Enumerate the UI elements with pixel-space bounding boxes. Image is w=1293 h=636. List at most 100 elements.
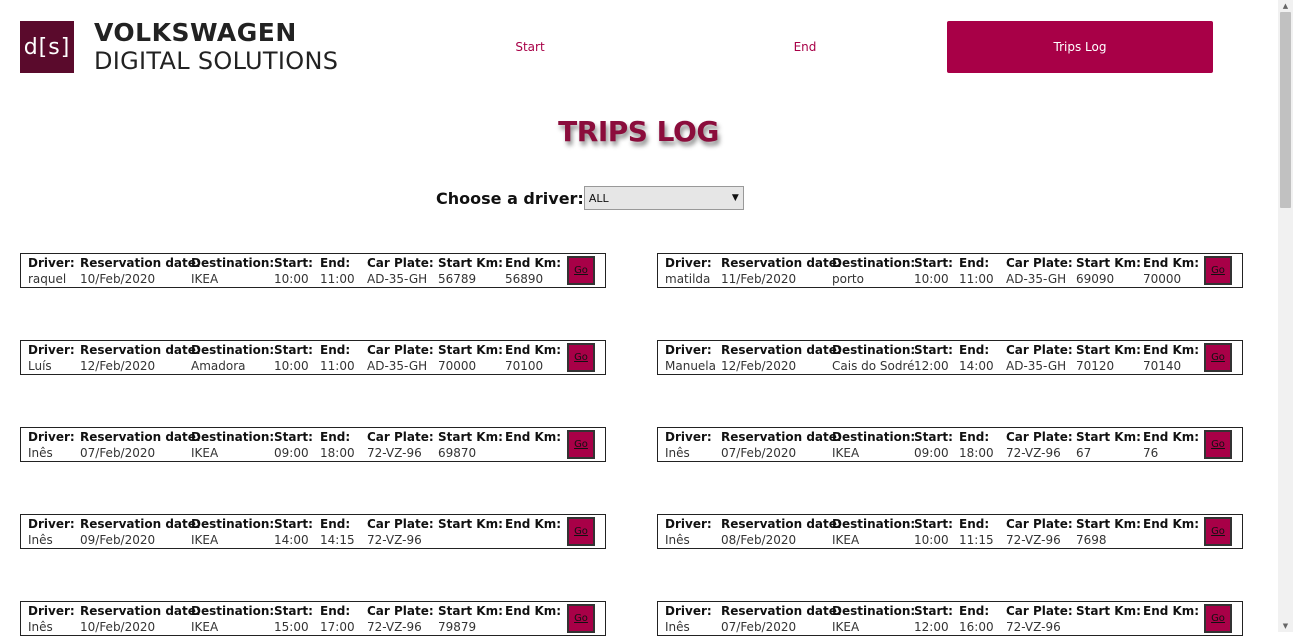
trip-field-reservation-date: Reservation date: 12/Feb/2020 bbox=[80, 342, 201, 375]
trip-field-label: End Km: bbox=[1143, 517, 1200, 531]
trip-field-value: Amadora bbox=[191, 359, 246, 373]
trip-field-label: Start Km: bbox=[438, 343, 503, 357]
trip-field-label: Start: bbox=[914, 430, 953, 444]
trip-field-end-km: End Km: 76 bbox=[1143, 429, 1199, 462]
trip-field-value: 18:00 bbox=[959, 446, 994, 460]
trip-field-value: 10/Feb/2020 bbox=[80, 272, 156, 286]
trip-field-label: Car Plate: bbox=[367, 604, 434, 618]
go-button[interactable]: Go bbox=[1204, 343, 1232, 372]
trip-field-label: Start Km: bbox=[1076, 256, 1141, 270]
trip-field-value: 10:00 bbox=[914, 533, 949, 547]
trip-field-value: 76 bbox=[1143, 446, 1159, 460]
trip-field-start-km: Start Km: 70000 bbox=[438, 342, 503, 375]
trip-field-destination: Destination: IKEA bbox=[832, 429, 915, 462]
go-button[interactable]: Go bbox=[1204, 256, 1232, 285]
go-button[interactable]: Go bbox=[1204, 430, 1232, 459]
trip-field-label: Driver: bbox=[28, 256, 75, 270]
chevron-down-icon: ▼ bbox=[731, 193, 739, 203]
trip-field-label: Car Plate: bbox=[367, 343, 434, 357]
trip-field-label: Car Plate: bbox=[1006, 343, 1073, 357]
trip-card: Driver: Inês Reservation date: 07/Feb/2020 D… bbox=[657, 601, 1243, 636]
trip-field-label: Destination: bbox=[191, 256, 275, 270]
trip-field-label: End Km: bbox=[505, 517, 562, 531]
trip-field-value: Inês bbox=[665, 533, 690, 547]
trip-field-label: Reservation date: bbox=[721, 430, 842, 444]
trip-field-start-time: Start: 10:00 bbox=[914, 255, 953, 288]
go-button[interactable]: Go bbox=[1204, 517, 1232, 546]
driver-select[interactable]: ALL ▼ bbox=[583, 186, 744, 210]
trip-field-car-plate: Car Plate: 72-VZ-96 bbox=[1006, 429, 1073, 462]
trip-field-label: Reservation date: bbox=[721, 343, 842, 357]
trip-field-value: matilda bbox=[665, 272, 711, 286]
trip-field-value: 56789 bbox=[438, 272, 477, 286]
trip-field-label: Start: bbox=[914, 256, 953, 270]
page-scrollbar[interactable]: ▲ ▼ bbox=[1278, 0, 1293, 632]
scroll-down-icon[interactable]: ▼ bbox=[1278, 620, 1293, 632]
trip-field-driver: Driver: Inês bbox=[28, 429, 75, 462]
trip-field-label: Destination: bbox=[832, 604, 916, 618]
trip-field-label: End Km: bbox=[1143, 430, 1200, 444]
trip-field-value: 79879 bbox=[438, 620, 477, 634]
trip-field-label: Destination: bbox=[832, 430, 916, 444]
trip-field-label: Driver: bbox=[28, 430, 75, 444]
logo-line-1: VOLKSWAGEN bbox=[94, 18, 297, 47]
trip-field-label: End Km: bbox=[1143, 256, 1200, 270]
trip-field-label: Start: bbox=[274, 343, 313, 357]
trip-field-value: IKEA bbox=[832, 620, 860, 634]
go-button[interactable]: Go bbox=[567, 517, 595, 546]
trip-card: Driver: Inês Reservation date: 10/Feb/2020 D… bbox=[20, 601, 606, 636]
trip-field-label: Car Plate: bbox=[1006, 430, 1073, 444]
trip-card: Driver: Manuela Reservation date: 12/Feb/20… bbox=[657, 340, 1243, 375]
trip-field-label: Reservation date: bbox=[80, 343, 201, 357]
trip-field-end-km: End Km: bbox=[505, 429, 561, 445]
go-button[interactable]: Go bbox=[567, 256, 595, 285]
trip-field-label: Driver: bbox=[665, 343, 712, 357]
trip-field-label: End Km: bbox=[1143, 343, 1200, 357]
trip-field-driver: Driver: Inês bbox=[665, 516, 712, 549]
trip-field-value: Inês bbox=[665, 620, 690, 634]
driver-select-value: ALL bbox=[588, 191, 609, 205]
trip-field-value: IKEA bbox=[832, 446, 860, 460]
trip-field-value: IKEA bbox=[191, 620, 219, 634]
nav-trips-log-button[interactable]: Trips Log bbox=[947, 21, 1213, 73]
trip-field-label: End: bbox=[320, 256, 351, 270]
trip-field-reservation-date: Reservation date: 08/Feb/2020 bbox=[721, 516, 842, 549]
nav-start-link[interactable]: Start bbox=[397, 21, 663, 73]
scroll-up-icon[interactable]: ▲ bbox=[1278, 0, 1293, 12]
trip-field-start-time: Start: 09:00 bbox=[274, 429, 313, 462]
trip-field-start-time: Start: 15:00 bbox=[274, 603, 313, 636]
nav-end-link[interactable]: End bbox=[672, 21, 938, 73]
trip-field-value: 18:00 bbox=[320, 446, 355, 460]
trip-field-end-km: End Km: 70000 bbox=[1143, 255, 1199, 288]
trip-field-label: End Km: bbox=[505, 604, 562, 618]
trip-field-value: 11/Feb/2020 bbox=[721, 272, 797, 286]
trip-field-label: End: bbox=[959, 430, 990, 444]
trip-field-value: 12/Feb/2020 bbox=[721, 359, 797, 373]
trip-field-reservation-date: Reservation date: 11/Feb/2020 bbox=[721, 255, 842, 288]
trip-field-value: porto bbox=[832, 272, 864, 286]
trip-card: Driver: Inês Reservation date: 09/Feb/2020 D… bbox=[20, 514, 606, 549]
trip-field-label: Start: bbox=[274, 517, 313, 531]
trip-field-value: 07/Feb/2020 bbox=[721, 446, 797, 460]
trip-field-end-time: End: 17:00 bbox=[320, 603, 355, 636]
go-button[interactable]: Go bbox=[567, 343, 595, 372]
trip-field-driver: Driver: raquel bbox=[28, 255, 75, 288]
trip-field-value: 11:15 bbox=[959, 533, 994, 547]
brand-logo[interactable]: d[s] VOLKSWAGEN DIGITAL SOLUTIONS bbox=[20, 18, 338, 75]
go-button[interactable]: Go bbox=[1204, 604, 1232, 633]
go-button[interactable]: Go bbox=[567, 604, 595, 633]
trip-field-label: End Km: bbox=[505, 343, 562, 357]
trip-field-value: 14:00 bbox=[274, 533, 309, 547]
trip-field-car-plate: Car Plate: 72-VZ-96 bbox=[367, 429, 434, 462]
trip-field-label: End: bbox=[320, 517, 351, 531]
trip-field-destination: Destination: IKEA bbox=[191, 429, 274, 462]
go-button[interactable]: Go bbox=[567, 430, 595, 459]
trip-field-value: IKEA bbox=[191, 272, 219, 286]
trip-field-car-plate: Car Plate: AD-35-GH bbox=[1006, 342, 1073, 375]
trip-field-label: Reservation date: bbox=[80, 430, 201, 444]
trip-field-label: Car Plate: bbox=[367, 430, 434, 444]
trip-field-label: End: bbox=[959, 256, 990, 270]
trip-field-value: 72-VZ-96 bbox=[367, 620, 422, 634]
trip-field-label: Destination: bbox=[191, 343, 275, 357]
scroll-thumb[interactable] bbox=[1280, 12, 1291, 208]
